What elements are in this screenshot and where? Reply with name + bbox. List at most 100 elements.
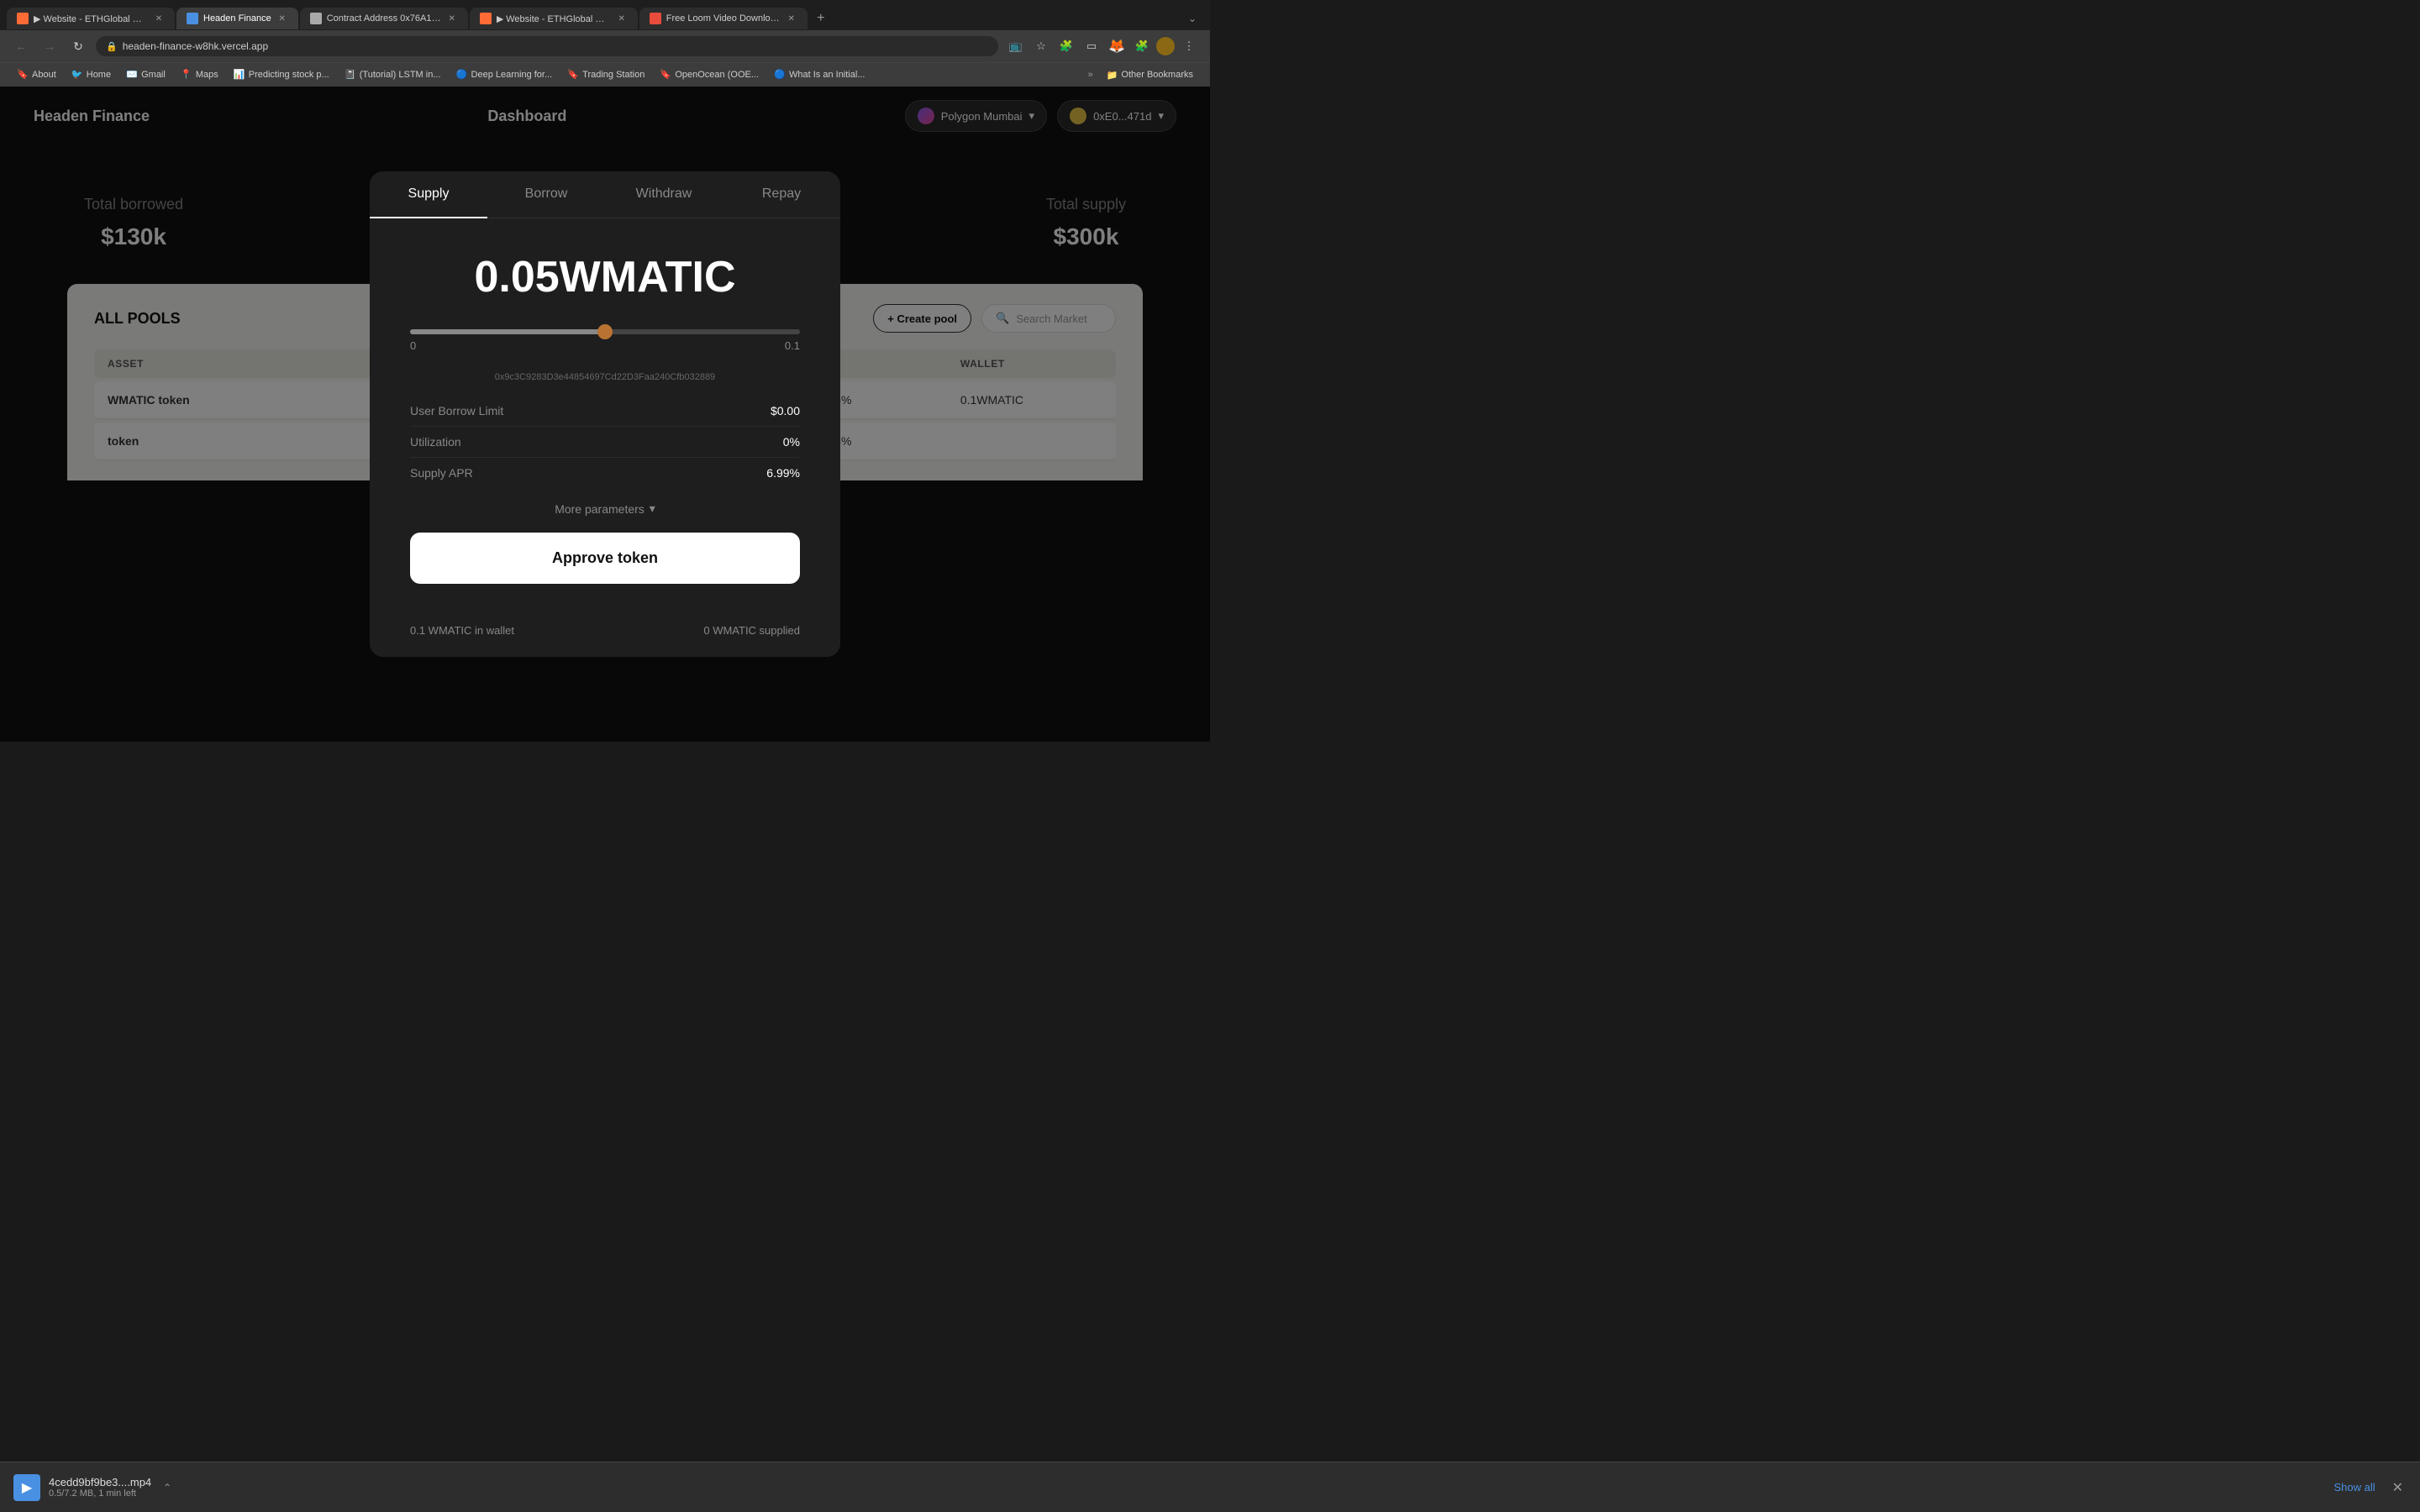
tab-favicon xyxy=(310,13,322,24)
contract-address: 0x9c3C9283D3e44854697Cd22D3Faa240Cfb0328… xyxy=(410,372,800,382)
bookmark-deep-learning[interactable]: 🔵 Deep Learning for... xyxy=(450,66,560,83)
download-chevron-icon[interactable]: ⌃ xyxy=(163,1482,171,1494)
tab-favicon xyxy=(187,13,198,24)
modal-tab-withdraw[interactable]: Withdraw xyxy=(605,171,723,218)
bookmark-home-icon: 🐦 xyxy=(71,69,83,81)
tab-title: Contract Address 0x76A1ee17... xyxy=(327,13,441,24)
more-params-toggle[interactable]: More parameters ▾ xyxy=(410,488,800,529)
tab-favicon xyxy=(17,13,29,24)
slider-max-label: 0.1 xyxy=(785,339,800,352)
tab-title: ▶ Website - ETHGlobal Hacka... xyxy=(34,13,148,24)
more-params-label: More parameters xyxy=(555,502,644,516)
tab-close-icon[interactable]: ✕ xyxy=(446,13,458,24)
bookmark-about-icon: 🔖 xyxy=(17,69,29,81)
tab-headen[interactable]: Headen Finance ✕ xyxy=(176,8,298,29)
bookmark-openocean-label: OpenOcean (OOE... xyxy=(675,70,759,80)
param-value-utilization: 0% xyxy=(783,435,800,449)
tab-loom[interactable]: Free Loom Video Downloader... ✕ xyxy=(639,8,808,29)
modal-overlay: Supply Borrow Withdraw Repay 0.05WMATIC … xyxy=(0,87,1210,742)
chevron-down-icon: ▾ xyxy=(650,501,655,516)
slider-fill xyxy=(410,329,605,334)
param-value-borrow-limit: $0.00 xyxy=(771,404,800,417)
bookmark-predicting-label: Predicting stock p... xyxy=(249,70,329,80)
extensions-button[interactable]: 🧩 xyxy=(1055,35,1077,57)
tab-close-icon[interactable]: ✕ xyxy=(276,13,288,24)
tab-expand-button[interactable]: ⌄ xyxy=(1181,9,1203,28)
tab-bar: ▶ Website - ETHGlobal Hacka... ✕ Headen … xyxy=(0,0,1210,30)
tab-title: Free Loom Video Downloader... xyxy=(666,13,781,24)
slider-thumb[interactable] xyxy=(597,324,613,339)
menu-button[interactable]: ⋮ xyxy=(1178,35,1200,57)
show-all-button[interactable]: Show all xyxy=(2333,1481,2375,1494)
download-info: 4cedd9bf9be3....mp4 0.5/7.2 MB, 1 min le… xyxy=(49,1476,151,1499)
tab-website-1[interactable]: ▶ Website - ETHGlobal Hacka... ✕ xyxy=(7,8,175,29)
address-text: headen-finance-w8hk.vercel.app xyxy=(123,40,268,52)
bookmark-initial-label: What Is an Initial... xyxy=(789,70,865,80)
bookmark-openocean[interactable]: 🔖 OpenOcean (OOE... xyxy=(653,66,765,83)
slider-container: 0 0.1 xyxy=(410,329,800,352)
bookmarks-bar: 🔖 About 🐦 Home ✉️ Gmail 📍 Maps 📊 Predict… xyxy=(0,62,1210,87)
bookmark-about[interactable]: 🔖 About xyxy=(10,66,63,83)
amount-display: 0.05WMATIC xyxy=(410,252,800,302)
bookmark-maps[interactable]: 📍 Maps xyxy=(174,66,225,83)
bookmark-deep-learning-label: Deep Learning for... xyxy=(471,70,553,80)
bookmark-maps-label: Maps xyxy=(196,70,218,80)
tab-close-icon[interactable]: ✕ xyxy=(616,13,628,24)
address-bar[interactable]: 🔒 headen-finance-w8hk.vercel.app xyxy=(96,36,998,56)
approve-token-button[interactable]: Approve token xyxy=(410,533,800,584)
bookmark-gmail[interactable]: ✉️ Gmail xyxy=(119,66,172,83)
bookmark-initial[interactable]: 🔵 What Is an Initial... xyxy=(767,66,871,83)
bookmark-about-label: About xyxy=(32,70,56,80)
param-row-supply-apr: Supply APR 6.99% xyxy=(410,457,800,488)
cast-button[interactable]: 📺 xyxy=(1005,35,1027,57)
supply-modal: Supply Borrow Withdraw Repay 0.05WMATIC … xyxy=(370,171,840,657)
tab-close-icon[interactable]: ✕ xyxy=(153,13,165,24)
forward-button[interactable]: → xyxy=(39,35,60,57)
bookmark-predicting[interactable]: 📊 Predicting stock p... xyxy=(227,66,336,83)
bookmark-openocean-icon: 🔖 xyxy=(660,69,671,81)
param-label-utilization: Utilization xyxy=(410,435,461,449)
modal-tab-repay[interactable]: Repay xyxy=(723,171,840,218)
download-item: ▶ 4cedd9bf9be3....mp4 0.5/7.2 MB, 1 min … xyxy=(13,1474,171,1501)
bookmark-gmail-label: Gmail xyxy=(141,70,166,80)
bookmark-lstm-label: (Tutorial) LSTM in... xyxy=(360,70,441,80)
bookmarks-more-button[interactable]: » xyxy=(1083,67,1098,82)
bookmark-trading-label: Trading Station xyxy=(582,70,644,80)
modal-tab-supply[interactable]: Supply xyxy=(370,171,487,218)
other-bookmarks-icon: 📁 xyxy=(1107,70,1118,81)
extensions-puzzle-icon[interactable]: 🧩 xyxy=(1131,35,1153,57)
sidebar-button[interactable]: ▭ xyxy=(1081,35,1102,57)
browser-chrome: ▶ Website - ETHGlobal Hacka... ✕ Headen … xyxy=(0,0,1210,87)
param-row-borrow-limit: User Borrow Limit $0.00 xyxy=(410,396,800,426)
back-button[interactable]: ← xyxy=(10,35,32,57)
tab-favicon xyxy=(650,13,661,24)
bookmark-lstm-icon: 📓 xyxy=(345,69,356,81)
metamask-icon[interactable]: 🦊 xyxy=(1106,35,1128,57)
reload-button[interactable]: ↻ xyxy=(67,35,89,57)
param-row-utilization: Utilization 0% xyxy=(410,426,800,457)
tab-contract[interactable]: Contract Address 0x76A1ee17... ✕ xyxy=(300,8,468,29)
bookmark-gmail-icon: ✉️ xyxy=(126,69,138,81)
other-bookmarks-button[interactable]: 📁 Other Bookmarks xyxy=(1100,67,1200,83)
download-filename: 4cedd9bf9be3....mp4 xyxy=(49,1476,151,1488)
bookmark-deep-learning-icon: 🔵 xyxy=(456,69,468,81)
bookmark-lstm[interactable]: 📓 (Tutorial) LSTM in... xyxy=(338,66,448,83)
other-bookmarks-label: Other Bookmarks xyxy=(1121,70,1193,80)
tab-title: ▶ Website - ETHGlobal Hacka... xyxy=(497,13,611,24)
close-download-bar-button[interactable]: ✕ xyxy=(2389,1476,2407,1499)
slider-track[interactable] xyxy=(410,329,800,334)
bookmark-predicting-icon: 📊 xyxy=(234,69,245,81)
params-list: User Borrow Limit $0.00 Utilization 0% S… xyxy=(410,396,800,488)
bookmark-maps-icon: 📍 xyxy=(181,69,192,81)
param-label-supply-apr: Supply APR xyxy=(410,466,473,480)
nav-actions: 📺 ☆ 🧩 ▭ 🦊 🧩 ⋮ xyxy=(1005,35,1200,57)
modal-tab-borrow[interactable]: Borrow xyxy=(487,171,605,218)
profile-avatar[interactable] xyxy=(1156,37,1175,55)
bookmark-star-button[interactable]: ☆ xyxy=(1030,35,1052,57)
tab-close-icon[interactable]: ✕ xyxy=(786,13,797,24)
bookmark-home[interactable]: 🐦 Home xyxy=(65,66,118,83)
bookmark-trading[interactable]: 🔖 Trading Station xyxy=(560,66,651,83)
param-label-borrow-limit: User Borrow Limit xyxy=(410,404,503,417)
new-tab-button[interactable]: + xyxy=(809,7,833,30)
tab-website-2[interactable]: ▶ Website - ETHGlobal Hacka... ✕ xyxy=(470,8,638,29)
